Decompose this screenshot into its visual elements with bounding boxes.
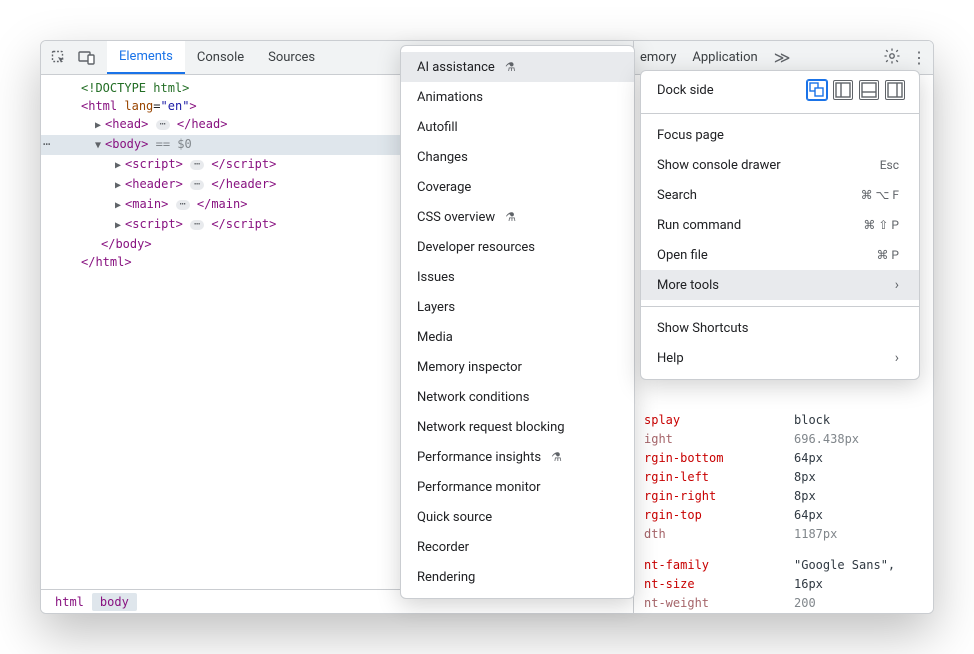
menu-open-file[interactable]: Open file⌘ P — [641, 240, 919, 270]
tab-sources[interactable]: Sources — [256, 41, 327, 74]
tab-application[interactable]: Application — [692, 50, 757, 65]
menu-run-command[interactable]: Run command⌘ ⇧ P — [641, 210, 919, 240]
style-property-row[interactable]: rgin-bottom 64px — [644, 449, 923, 468]
style-property-row[interactable]: nt-family "Google Sans", — [644, 556, 923, 575]
more-tools-item[interactable]: Quick source — [401, 502, 634, 532]
style-property-row[interactable]: rgin-right 8px — [644, 487, 923, 506]
main-overflow-menu: Dock side — [640, 70, 920, 380]
dock-right-icon[interactable] — [885, 80, 905, 100]
menu-dock-side: Dock side — [641, 77, 919, 107]
chevron-right-icon: › — [895, 350, 899, 366]
menu-item-label: Media — [417, 330, 453, 345]
menu-item-label: Performance monitor — [417, 480, 541, 495]
menu-focus-page[interactable]: Focus page — [641, 120, 919, 150]
style-property-value: 64px — [794, 449, 823, 468]
device-toolbar-icon[interactable] — [73, 44, 101, 72]
style-property-row[interactable]: nt-weight 200 — [644, 594, 923, 613]
menu-item-label: Changes — [417, 150, 468, 165]
menu-item-label: Recorder — [417, 540, 469, 555]
more-tools-item[interactable]: Changes — [401, 142, 634, 172]
dock-undock-icon[interactable] — [807, 80, 827, 100]
menu-search[interactable]: Search⌘ ⌥ F — [641, 180, 919, 210]
style-property-value: 696.438px — [794, 430, 859, 449]
style-property-name: rgin-right — [644, 487, 784, 506]
more-tools-item[interactable]: Recorder — [401, 532, 634, 562]
style-property-name: nt-family — [644, 556, 784, 575]
menu-item-label: Performance insights — [417, 450, 541, 465]
more-tabs-icon[interactable]: ≫ — [774, 48, 791, 67]
more-tools-item[interactable]: Coverage — [401, 172, 634, 202]
menu-item-label: Layers — [417, 300, 455, 315]
menu-show-console[interactable]: Show console drawerEsc — [641, 150, 919, 180]
menu-item-label: Rendering — [417, 570, 475, 585]
menu-item-label: Animations — [417, 90, 483, 105]
dock-left-icon[interactable] — [833, 80, 853, 100]
style-property-name: dth — [644, 525, 784, 544]
breadcrumb-body[interactable]: body — [92, 593, 137, 611]
more-tools-item[interactable]: Network conditions — [401, 382, 634, 412]
flask-icon: ⚗ — [505, 210, 516, 224]
menu-more-tools[interactable]: More tools› — [641, 270, 919, 300]
more-tools-item[interactable]: Performance monitor — [401, 472, 634, 502]
tab-console[interactable]: Console — [185, 41, 256, 74]
menu-item-label: Quick source — [417, 510, 492, 525]
menu-item-label: AI assistance — [417, 60, 495, 75]
style-property-row[interactable]: nt-size 16px — [644, 575, 923, 594]
style-property-row[interactable]: dth 1187px — [644, 525, 923, 544]
style-property-value: "Google Sans", — [794, 556, 895, 575]
style-property-row[interactable]: rgin-top 64px — [644, 506, 923, 525]
more-tools-item[interactable]: Media — [401, 322, 634, 352]
style-property-value: 8px — [794, 487, 816, 506]
style-property-name: rgin-bottom — [644, 449, 784, 468]
tab-elements[interactable]: Elements — [107, 41, 185, 74]
more-tools-item[interactable]: Performance insights ⚗ — [401, 442, 634, 472]
more-tools-item[interactable]: Autofill — [401, 112, 634, 142]
style-property-name: splay — [644, 411, 784, 430]
style-property-row[interactable]: splay block — [644, 411, 923, 430]
dock-bottom-icon[interactable] — [859, 80, 879, 100]
more-tools-item[interactable]: CSS overview ⚗ — [401, 202, 634, 232]
style-property-value: 16px — [794, 575, 823, 594]
menu-help[interactable]: Help› — [641, 343, 919, 373]
menu-item-label: Network conditions — [417, 390, 529, 405]
more-tools-item[interactable]: Network request blocking — [401, 412, 634, 442]
more-tools-menu: AI assistance ⚗ Animations Autofill Changes C… — [400, 45, 635, 599]
chevron-right-icon: › — [895, 277, 899, 293]
inspect-icon[interactable] — [45, 44, 73, 72]
style-property-row[interactable]: ight 696.438px — [644, 430, 923, 449]
more-tools-item[interactable]: Memory inspector — [401, 352, 634, 382]
menu-item-label: CSS overview — [417, 210, 495, 225]
kebab-icon[interactable]: ⋮ — [911, 48, 927, 67]
style-property-name: nt-weight — [644, 594, 784, 613]
flask-icon: ⚗ — [505, 60, 516, 74]
style-property-value: 64px — [794, 506, 823, 525]
style-property-name: rgin-left — [644, 468, 784, 487]
dock-side-label: Dock side — [657, 83, 714, 98]
menu-item-label: Network request blocking — [417, 420, 565, 435]
style-property-value: 8px — [794, 468, 816, 487]
style-property-name: nt-size — [644, 575, 784, 594]
style-property-row[interactable]: rgin-left 8px — [644, 468, 923, 487]
more-tools-item[interactable]: Issues — [401, 262, 634, 292]
menu-show-shortcuts[interactable]: Show Shortcuts — [641, 313, 919, 343]
style-property-name: ight — [644, 430, 784, 449]
more-tools-item[interactable]: AI assistance ⚗ — [401, 52, 634, 82]
more-tools-item[interactable]: Rendering — [401, 562, 634, 592]
menu-item-label: Coverage — [417, 180, 471, 195]
tab-memory-partial[interactable]: emory — [640, 50, 676, 65]
breadcrumb-html[interactable]: html — [47, 593, 92, 611]
more-tools-item[interactable]: Developer resources — [401, 232, 634, 262]
flask-icon: ⚗ — [551, 450, 562, 464]
menu-item-label: Memory inspector — [417, 360, 522, 375]
more-tools-item[interactable]: Animations — [401, 82, 634, 112]
menu-item-label: Developer resources — [417, 240, 535, 255]
menu-item-label: Autofill — [417, 120, 458, 135]
style-property-value: 1187px — [794, 525, 837, 544]
style-property-value: 200 — [794, 594, 816, 613]
more-tools-item[interactable]: Layers — [401, 292, 634, 322]
style-property-value: block — [794, 411, 830, 430]
menu-item-label: Issues — [417, 270, 455, 285]
gear-icon[interactable] — [883, 47, 901, 69]
style-property-name: rgin-top — [644, 506, 784, 525]
